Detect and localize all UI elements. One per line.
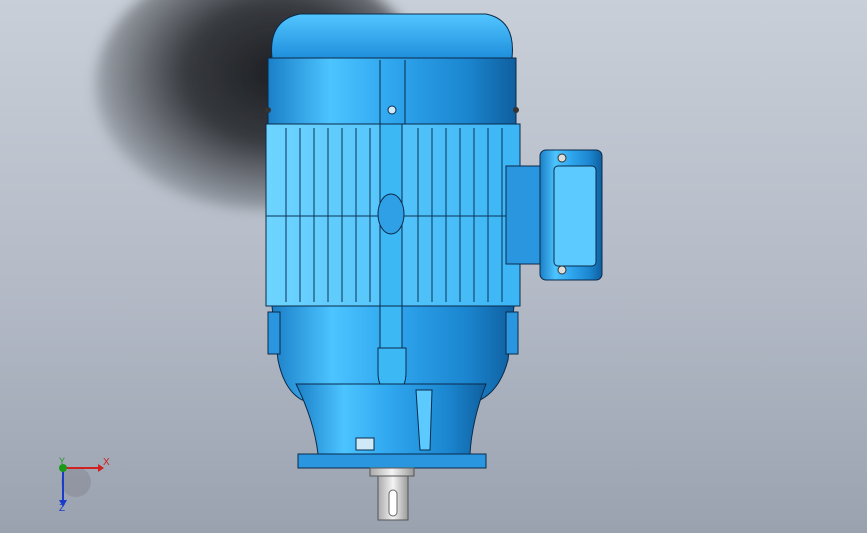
lifting-eye [377,193,405,235]
axis-triad [59,464,104,507]
shaft-collar [369,467,415,477]
y-axis-label: Y [59,456,66,466]
mounting-flange [297,453,487,469]
motor-model[interactable] [0,0,867,533]
x-axis-label: X [103,457,110,468]
graphics-viewport[interactable]: X Y Z [0,0,867,533]
z-axis-label: Z [59,503,66,514]
shaft-key [388,489,398,517]
flange-neck [295,383,487,455]
terminal-box-neck [505,165,543,265]
fan-cover [271,13,513,59]
